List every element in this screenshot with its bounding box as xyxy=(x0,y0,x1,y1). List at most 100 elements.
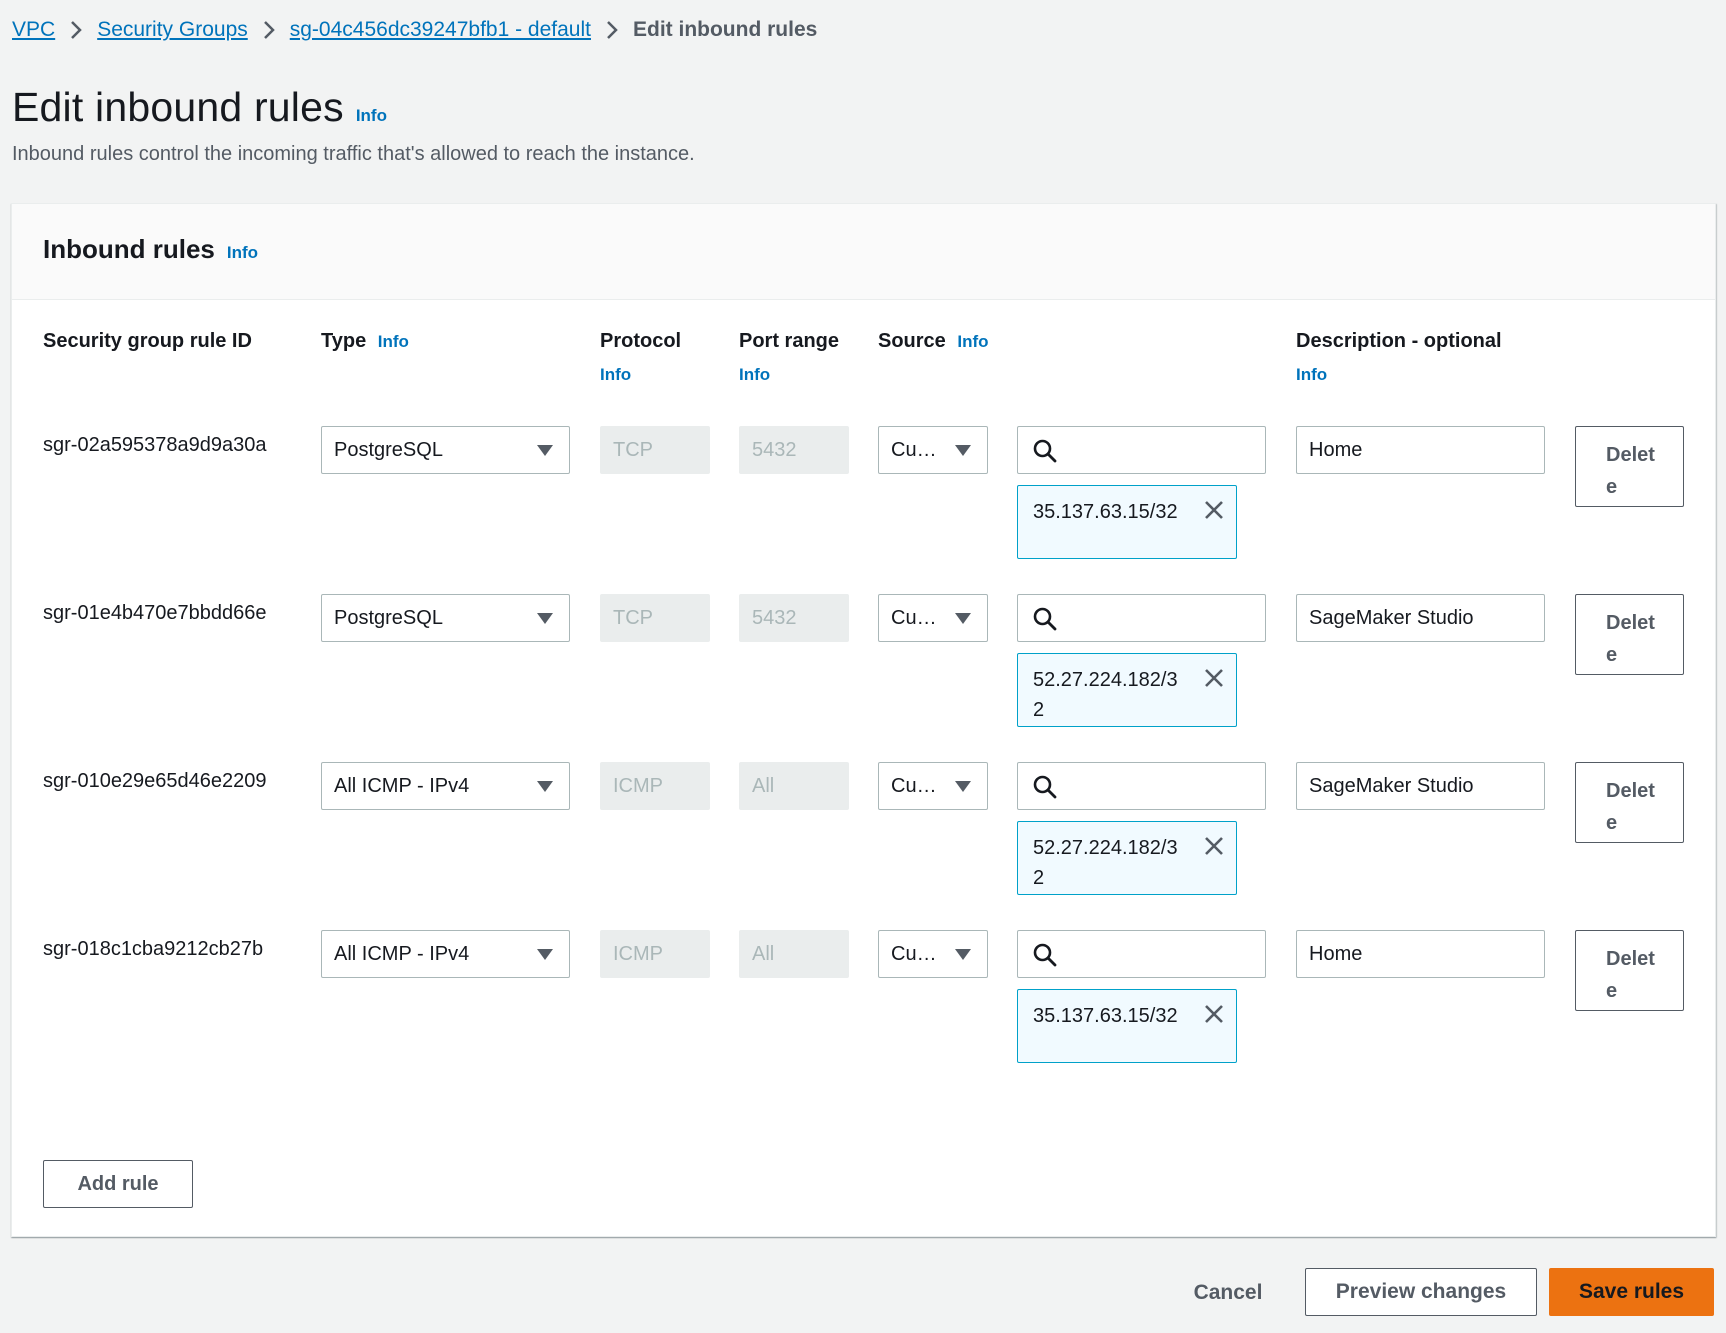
close-icon[interactable] xyxy=(1202,834,1226,863)
type-select[interactable]: PostgreSQL xyxy=(321,594,570,642)
page-header: Edit inbound rules Info xyxy=(12,84,387,131)
protocol-field: TCP xyxy=(600,594,710,642)
edit-inbound-rules-page: VPC Security Groups sg-04c456dc39247bfb1… xyxy=(0,0,1726,1333)
type-select[interactable]: All ICMP - IPv4 xyxy=(321,930,570,978)
type-select-value: PostgreSQL xyxy=(334,438,443,461)
rule-id: sgr-01e4b470e7bbdd66e xyxy=(43,602,267,624)
type-select-value: PostgreSQL xyxy=(334,606,443,629)
preview-changes-button[interactable]: Preview changes xyxy=(1305,1268,1537,1316)
column-header-label: Type xyxy=(321,330,367,352)
source-type-value: Cu… xyxy=(891,774,937,797)
port-range-field: 5432 xyxy=(739,426,849,474)
source-type-select[interactable]: Cu… xyxy=(878,426,988,474)
breadcrumb-vpc-link[interactable]: VPC xyxy=(12,18,55,42)
delete-rule-button[interactable]: Delete xyxy=(1575,930,1684,1011)
caret-down-icon xyxy=(955,781,971,792)
description-input[interactable]: SageMaker Studio xyxy=(1296,762,1545,810)
caret-down-icon xyxy=(537,781,553,792)
source-search-input[interactable] xyxy=(1017,594,1266,642)
source-search-input[interactable] xyxy=(1017,930,1266,978)
cidr-token: 52.27.224.182/32 xyxy=(1017,653,1237,727)
delete-rule-button[interactable]: Delete xyxy=(1575,426,1684,507)
source-type-select[interactable]: Cu… xyxy=(878,762,988,810)
rule-id: sgr-02a595378a9d9a30a xyxy=(43,434,267,456)
column-header-protocol: Protocol Info xyxy=(600,330,681,385)
source-type-select[interactable]: Cu… xyxy=(878,930,988,978)
port-range-field: All xyxy=(739,930,849,978)
description-input[interactable]: SageMaker Studio xyxy=(1296,594,1545,642)
breadcrumb-security-groups-link[interactable]: Security Groups xyxy=(97,18,248,42)
description-info-link[interactable]: Info xyxy=(1296,365,1502,385)
port-range-info-link[interactable]: Info xyxy=(739,365,839,385)
column-header-label: Description - optional xyxy=(1296,330,1502,352)
rule-row: sgr-01e4b470e7bbdd66e PostgreSQL TCP 543… xyxy=(12,594,1715,744)
search-icon xyxy=(1032,942,1058,973)
breadcrumb-security-group-link[interactable]: sg-04c456dc39247bfb1 - default xyxy=(290,18,591,42)
cancel-button[interactable]: Cancel xyxy=(1178,1269,1278,1317)
description-input[interactable]: Home xyxy=(1296,426,1545,474)
column-header-description: Description - optional Info xyxy=(1296,330,1502,385)
type-info-link[interactable]: Info xyxy=(378,332,409,351)
column-header-label: Security group rule ID xyxy=(43,330,252,352)
source-type-value: Cu… xyxy=(891,606,937,629)
breadcrumb-current: Edit inbound rules xyxy=(632,18,818,41)
source-search-input[interactable] xyxy=(1017,426,1266,474)
port-range-field: 5432 xyxy=(739,594,849,642)
delete-rule-button[interactable]: Delete xyxy=(1575,762,1684,843)
cidr-token: 35.137.63.15/32 xyxy=(1017,989,1237,1063)
rule-id: sgr-018c1cba9212cb27b xyxy=(43,938,264,960)
section-info-link[interactable]: Info xyxy=(227,243,258,263)
column-header-source: Source Info xyxy=(878,330,989,353)
source-info-link[interactable]: Info xyxy=(957,332,988,351)
description-input[interactable]: Home xyxy=(1296,930,1545,978)
section-title: Inbound rules xyxy=(43,234,215,264)
search-icon xyxy=(1032,438,1058,469)
save-rules-button[interactable]: Save rules xyxy=(1549,1268,1714,1316)
rule-row: sgr-02a595378a9d9a30a PostgreSQL TCP 543… xyxy=(12,426,1715,576)
column-header-rule-id: Security group rule ID xyxy=(43,330,252,353)
caret-down-icon xyxy=(537,949,553,960)
page-info-link[interactable]: Info xyxy=(356,106,387,126)
inbound-rules-container: Inbound rules Info Security group rule I… xyxy=(11,203,1716,1237)
type-select[interactable]: All ICMP - IPv4 xyxy=(321,762,570,810)
close-icon[interactable] xyxy=(1202,666,1226,695)
search-icon xyxy=(1032,774,1058,805)
type-select-value: All ICMP - IPv4 xyxy=(334,774,470,797)
section-header: Inbound rules Info xyxy=(43,234,258,265)
add-rule-button[interactable]: Add rule xyxy=(43,1160,193,1208)
column-header-label: Port range xyxy=(739,330,840,352)
chevron-right-icon xyxy=(69,20,83,40)
cidr-token-label: 35.137.63.15/32 xyxy=(1033,501,1178,523)
column-header-label: Protocol xyxy=(600,330,682,352)
source-search-input[interactable] xyxy=(1017,762,1266,810)
close-icon[interactable] xyxy=(1202,1002,1226,1031)
search-icon xyxy=(1032,606,1058,637)
page-description: Inbound rules control the incoming traff… xyxy=(12,143,695,165)
type-select-value: All ICMP - IPv4 xyxy=(334,942,470,965)
cidr-token-label: 35.137.63.15/32 xyxy=(1033,1005,1178,1027)
rule-row: sgr-010e29e65d46e2209 All ICMP - IPv4 IC… xyxy=(12,762,1715,912)
column-header-type: Type Info xyxy=(321,330,409,353)
caret-down-icon xyxy=(955,613,971,624)
cidr-token: 35.137.63.15/32 xyxy=(1017,485,1237,559)
rule-row: sgr-018c1cba9212cb27b All ICMP - IPv4 IC… xyxy=(12,930,1715,1080)
delete-rule-button[interactable]: Delete xyxy=(1575,594,1684,675)
protocol-info-link[interactable]: Info xyxy=(600,365,681,385)
column-header-port-range: Port range Info xyxy=(739,330,839,385)
cidr-token-label: 52.27.224.182/32 xyxy=(1033,837,1178,889)
column-header-label: Source xyxy=(878,330,946,352)
cidr-token: 52.27.224.182/32 xyxy=(1017,821,1237,895)
page-title: Edit inbound rules xyxy=(12,84,344,130)
type-select[interactable]: PostgreSQL xyxy=(321,426,570,474)
protocol-field: ICMP xyxy=(600,762,710,810)
port-range-field: All xyxy=(739,762,849,810)
caret-down-icon xyxy=(955,949,971,960)
close-icon[interactable] xyxy=(1202,498,1226,527)
source-type-select[interactable]: Cu… xyxy=(878,594,988,642)
cidr-token-label: 52.27.224.182/32 xyxy=(1033,669,1178,721)
rule-id: sgr-010e29e65d46e2209 xyxy=(43,770,267,792)
protocol-field: TCP xyxy=(600,426,710,474)
container-header: Inbound rules Info xyxy=(12,204,1715,300)
protocol-field: ICMP xyxy=(600,930,710,978)
chevron-right-icon xyxy=(605,20,619,40)
